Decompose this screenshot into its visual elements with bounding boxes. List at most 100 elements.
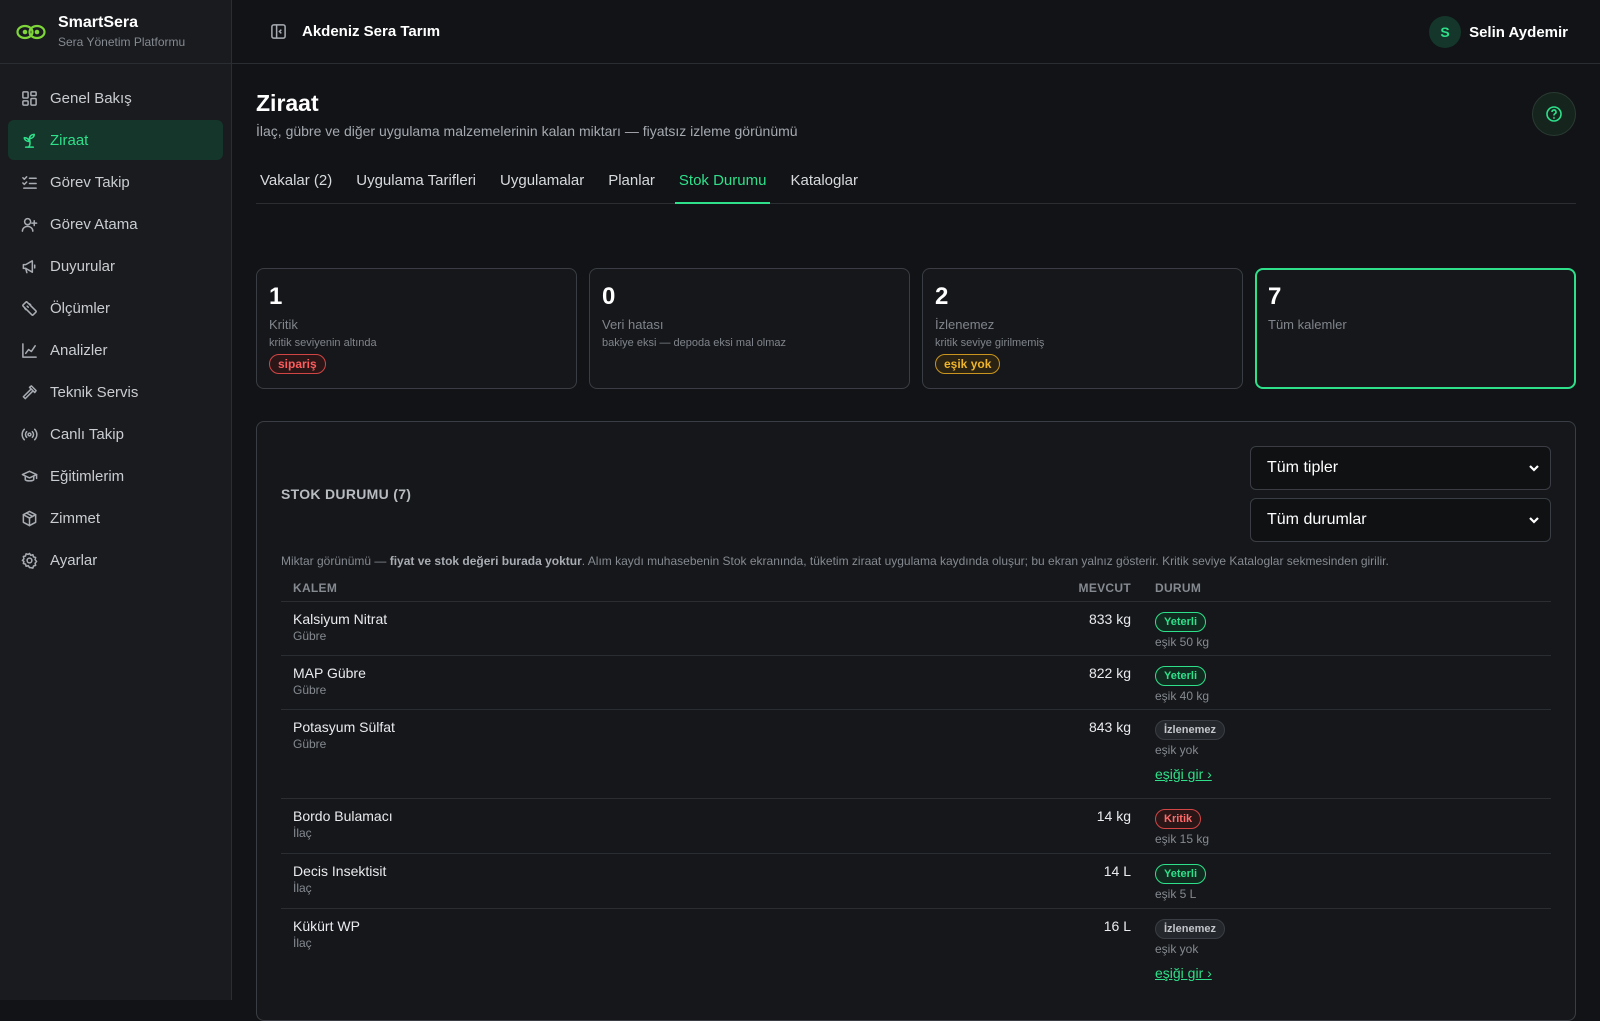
sidebar: SmartSera Sera Yönetim Platformu Genel B… <box>0 0 232 1000</box>
avatar: S <box>1429 16 1462 48</box>
sidebar-item-gorev-takip[interactable]: Görev Takip <box>8 162 223 202</box>
tab-planlar[interactable]: Planlar <box>604 161 659 204</box>
card-count: 7 <box>1268 283 1282 310</box>
status-badge: Yeterli <box>1155 666 1207 686</box>
tab-uygulama-tarifleri[interactable]: Uygulama Tarifleri <box>352 161 480 204</box>
sidebar-item-label: Ölçümler <box>50 299 111 317</box>
user-menu[interactable]: S Selin Aydemir <box>1429 16 1568 48</box>
sidebar-item-duyurular[interactable]: Duyurular <box>8 246 223 286</box>
item-name: MAP Gübre <box>293 665 366 681</box>
sidebar-item-genel-bakis[interactable]: Genel Bakış <box>8 78 223 118</box>
sidebar-item-ayarlar[interactable]: Ayarlar <box>8 540 223 580</box>
tab-uygulamalar[interactable]: Uygulamalar <box>496 161 588 204</box>
status-filter-select[interactable]: Tüm durumlar <box>1250 498 1551 542</box>
sidebar-item-label: Görev Atama <box>50 215 138 233</box>
ruler-icon <box>20 299 38 317</box>
panel-left-icon <box>270 24 286 39</box>
brand-name: SmartSera <box>58 14 139 31</box>
card-izlenemez[interactable]: 2 İzlenemez kritik seviye girilmemiş eşi… <box>922 268 1243 389</box>
item-qty: 14 L <box>1103 863 1131 879</box>
card-tum-kalemler[interactable]: 7 Tüm kalemler <box>1255 268 1576 389</box>
table-row[interactable]: Decis Insektisit İlaç 14 L Yeterli eşik 5 … <box>281 854 1551 909</box>
table-row[interactable]: Bordo Bulamacı İlaç 14 kg Kritik eşik 15 k… <box>281 799 1551 854</box>
table-header: KALEM MEVCUT DURUM <box>281 574 1551 602</box>
sidebar-item-egitimlerim[interactable]: Eğitimlerim <box>8 456 223 496</box>
sprout-icon <box>20 131 38 149</box>
card-description: kritik seviye girilmemiş <box>935 337 1045 349</box>
enter-threshold-link[interactable]: eşiği gir › <box>1155 766 1212 782</box>
item-type: İlaç <box>293 881 312 895</box>
help-icon <box>1546 106 1562 122</box>
page-subtitle: İlaç, gübre ve diğer uygulama malzemeler… <box>256 123 798 139</box>
sidebar-item-gorev-atama[interactable]: Görev Atama <box>8 204 223 244</box>
sidebar-item-teknik-servis[interactable]: Teknik Servis <box>8 372 223 412</box>
org-name: Akdeniz Sera Tarım <box>302 23 441 40</box>
status-badge: Yeterli <box>1155 612 1207 632</box>
status-filter-value: Tüm durumlar <box>1267 511 1367 528</box>
type-filter-value: Tüm tipler <box>1267 459 1339 476</box>
stock-panel: STOK DURUMU (7) Tüm tipler Tüm durumlar … <box>256 421 1576 1021</box>
page-title: Ziraat <box>256 90 319 116</box>
tab-vakalar[interactable]: Vakalar (2) <box>256 161 336 204</box>
card-description: kritik seviyenin altında <box>269 337 377 349</box>
dashboard-icon <box>20 89 38 107</box>
package-icon <box>20 509 38 527</box>
chevron-down-icon <box>1529 517 1539 524</box>
enter-threshold-link[interactable]: eşiği gir › <box>1155 965 1212 981</box>
sidebar-item-label: Görev Takip <box>50 173 130 191</box>
table-row[interactable]: Potasyum Sülfat Gübre 843 kg İzlenemez eşi… <box>281 710 1551 799</box>
sidebar-item-olcumler[interactable]: Ölçümler <box>8 288 223 328</box>
threshold: eşik yok <box>1155 942 1199 956</box>
filters: Tüm tipler Tüm durumlar <box>1250 446 1551 550</box>
item-type: Gübre <box>293 683 327 697</box>
hammer-icon <box>20 383 38 401</box>
panel-title: STOK DURUMU (7) <box>281 486 412 502</box>
table-row[interactable]: MAP Gübre Gübre 822 kg Yeterli eşik 40 kg <box>281 656 1551 710</box>
card-label: Kritik <box>269 317 298 332</box>
sidebar-item-label: Genel Bakış <box>50 89 132 107</box>
line-chart-icon <box>20 341 38 359</box>
sidebar-item-label: Canlı Takip <box>50 425 124 443</box>
card-veri-hatasi[interactable]: 0 Veri hatası bakiye eksi — depoda eksi … <box>589 268 910 389</box>
sidebar-nav: Genel Bakış Ziraat Görev Takip Görev Ata… <box>0 64 231 580</box>
item-qty: 843 kg <box>1088 719 1131 735</box>
threshold: eşik yok <box>1155 743 1199 757</box>
threshold: eşik 40 kg <box>1155 689 1210 703</box>
card-count: 2 <box>935 283 949 310</box>
card-count: 0 <box>602 283 616 310</box>
sidebar-item-canli-takip[interactable]: Canlı Takip <box>8 414 223 454</box>
tab-stok-durumu[interactable]: Stok Durumu <box>674 161 771 204</box>
sidebar-item-zimmet[interactable]: Zimmet <box>8 498 223 538</box>
col-header-item: KALEM <box>293 580 338 595</box>
table-row[interactable]: Kükürt WP İlaç 16 L İzlenemez eşik yok eşiğ… <box>281 909 1551 998</box>
sidebar-item-label: Zimmet <box>50 509 100 527</box>
item-qty: 833 kg <box>1088 611 1131 627</box>
threshold: eşik 15 kg <box>1155 832 1210 846</box>
status-badge: Kritik <box>1155 809 1202 829</box>
megaphone-icon <box>20 257 38 275</box>
summary-cards: 1 Kritik kritik seviyenin altında sipari… <box>256 268 1576 389</box>
no-threshold-chip: eşik yok <box>935 354 1001 374</box>
item-name: Decis Insektisit <box>293 863 387 879</box>
tab-kataloglar[interactable]: Kataloglar <box>786 161 862 204</box>
item-name: Kükürt WP <box>293 918 360 934</box>
sidebar-item-label: Ziraat <box>50 131 89 149</box>
chevron-down-icon <box>1529 465 1539 472</box>
user-name: Selin Aydemir <box>1469 23 1568 41</box>
item-type: Gübre <box>293 737 327 751</box>
sidebar-item-label: Duyurular <box>50 257 116 275</box>
radio-icon <box>20 425 38 443</box>
sidebar-item-ziraat[interactable]: Ziraat <box>8 120 223 160</box>
sidebar-item-analizler[interactable]: Analizler <box>8 330 223 370</box>
status-badge: İzlenemez <box>1155 919 1225 939</box>
card-label: Veri hatası <box>602 317 664 332</box>
item-type: Gübre <box>293 629 327 643</box>
help-button[interactable] <box>1532 92 1576 136</box>
sidebar-toggle-button[interactable] <box>268 22 288 42</box>
card-label: Tüm kalemler <box>1268 317 1347 332</box>
table-row[interactable]: Kalsiyum Nitrat Gübre 833 kg Yeterli eşik … <box>281 602 1551 656</box>
status-badge: Yeterli <box>1155 864 1207 884</box>
type-filter-select[interactable]: Tüm tipler <box>1250 446 1551 490</box>
card-kritik[interactable]: 1 Kritik kritik seviyenin altında sipari… <box>256 268 577 389</box>
card-label: İzlenemez <box>935 317 995 332</box>
